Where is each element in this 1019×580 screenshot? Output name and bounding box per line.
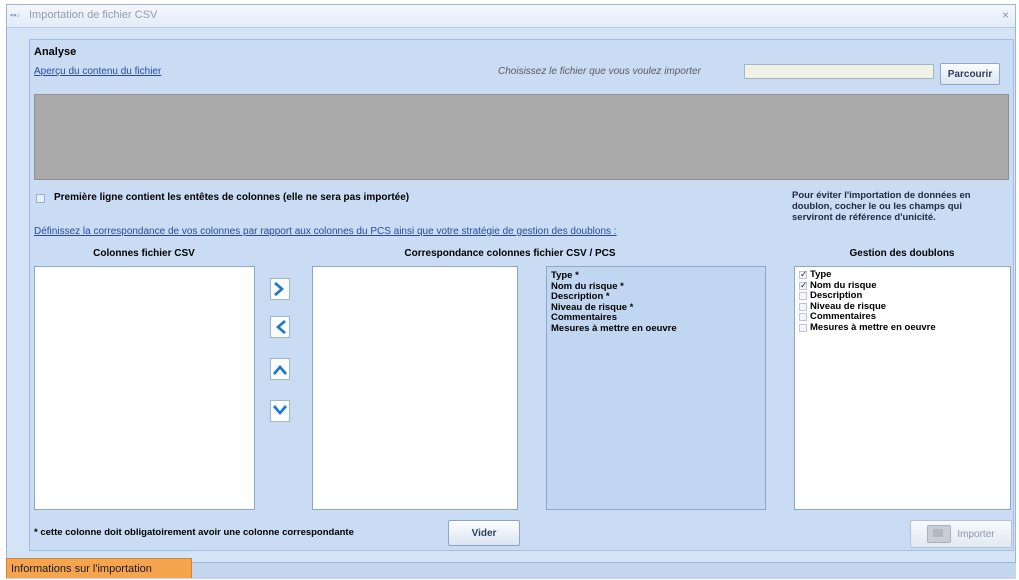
file-path-input[interactable] [744,64,934,79]
duplicate-checkbox[interactable] [799,302,807,311]
pcs-field-item[interactable]: Description * [551,291,761,303]
chevron-up-icon [273,365,287,375]
duplicate-checkbox[interactable] [799,292,807,301]
duplicates-header: Gestion des doublons [849,248,955,259]
pcs-field-item[interactable]: Type * [551,270,761,282]
chevron-down-icon [273,405,287,415]
close-button[interactable]: × [1002,8,1009,22]
required-column-note: * cette colonne doit obligatoirement avo… [34,527,354,538]
tab-import-information[interactable]: Informations sur l'importation [6,558,192,578]
move-down-button[interactable] [270,400,290,422]
csv-columns-list[interactable] [34,266,255,510]
mapping-columns-header: Correspondance colonnes fichier CSV / PC… [404,248,616,259]
pcs-field-item[interactable]: Commentaires [551,312,761,324]
csv-columns-header: Colonnes fichier CSV [93,248,195,259]
duplicate-option-label: Description [810,290,863,301]
move-up-button[interactable] [270,358,290,380]
import-button[interactable]: Importer [910,520,1012,548]
move-right-button[interactable] [270,278,290,300]
duplicate-option[interactable]: Commentaires [799,311,1006,323]
first-line-header-checkbox[interactable] [36,194,45,203]
browse-button[interactable]: Parcourir [940,63,1000,85]
duplicate-option-label: Commentaires [810,311,876,322]
import-csv-window: ▪▪▫ Importation de fichier CSV × Analyse… [6,4,1016,578]
duplicates-checklist: Type Nom du risque Description Niveau de… [794,266,1011,510]
duplicate-option-label: Type [810,269,832,280]
title-bar: ▪▪▫ Importation de fichier CSV × [7,5,1015,28]
pcs-fields-list[interactable]: Type * Nom du risque * Description * Niv… [546,266,766,510]
app-icon: ▪▪▫ [10,10,20,20]
first-line-header-label: Première ligne contient les entêtes de c… [54,192,410,203]
import-icon [927,525,952,543]
import-panel: Analyse Aperçu du contenu du fichier Cho… [29,39,1014,551]
duplicate-checkbox[interactable] [799,313,807,322]
duplicate-checkbox[interactable] [799,280,808,290]
duplicate-option[interactable]: Description [799,290,1006,302]
duplicate-option[interactable]: Type [799,269,1006,281]
empty-button[interactable]: Vider [448,520,520,546]
file-preview-area [34,94,1009,180]
duplicate-option[interactable]: Mesures à mettre en oeuvre [799,321,1006,334]
mapping-definition-link[interactable]: Définissez la correspondance de vos colo… [34,226,617,237]
chevron-right-icon [274,282,284,296]
move-left-button[interactable] [270,316,290,338]
chevron-left-icon [276,320,286,334]
duplicate-checkbox[interactable] [799,269,808,280]
import-button-label: Importer [957,528,995,540]
analysis-section-title: Analyse [34,46,77,58]
duplicate-option-label: Mesures à mettre en oeuvre [810,321,936,333]
window-title: Importation de fichier CSV [29,9,158,21]
pcs-field-item[interactable]: Mesures à mettre en oeuvre [551,323,761,335]
duplicates-hint-text: Pour éviter l'importation de données en … [792,190,971,223]
preview-file-link[interactable]: Aperçu du contenu du fichier [34,66,161,77]
mapping-columns-list[interactable] [312,266,518,510]
choose-file-label: Choisissez le fichier que vous voulez im… [498,66,701,77]
duplicate-checkbox[interactable] [799,323,807,332]
